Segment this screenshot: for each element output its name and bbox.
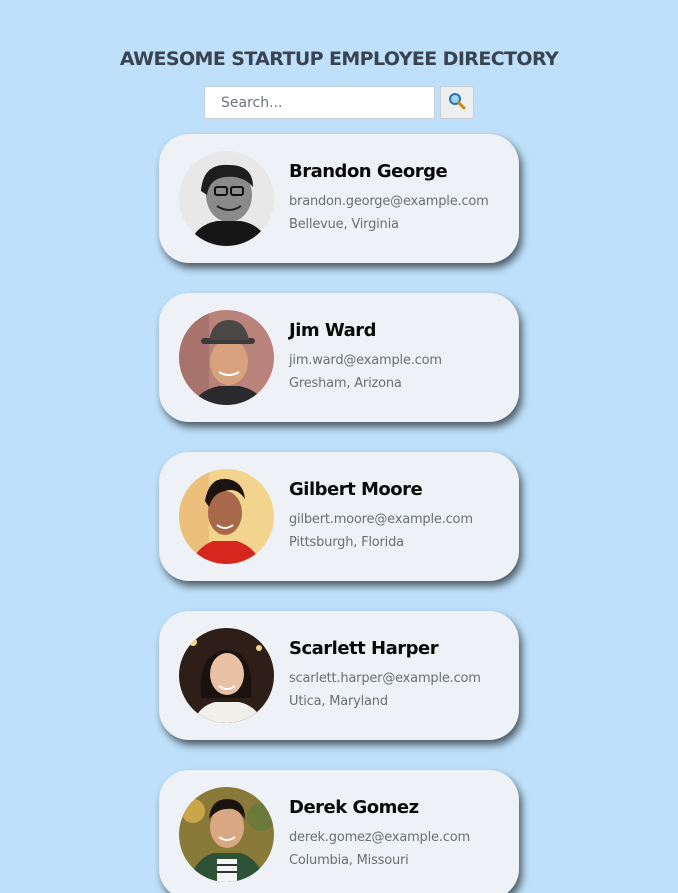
employee-email: gilbert.moore@example.com [289,512,473,527]
search-input[interactable] [204,86,435,119]
employee-email: derek.gomez@example.com [289,830,470,845]
employee-info: Gilbert Moore gilbert.moore@example.com … [289,479,473,554]
page-title: AWESOME STARTUP EMPLOYEE DIRECTORY [119,48,559,70]
employee-info: Derek Gomez derek.gomez@example.com Colu… [289,797,470,872]
employee-location: Columbia, Missouri [289,853,409,868]
employee-name: Brandon George [289,161,448,182]
employee-card[interactable]: Derek Gomez derek.gomez@example.com Colu… [159,770,519,893]
employee-card[interactable]: Jim Ward jim.ward@example.com Gresham, A… [159,293,519,422]
avatar [179,787,274,882]
employee-email: scarlett.harper@example.com [289,671,481,686]
employee-card[interactable]: Gilbert Moore gilbert.moore@example.com … [159,452,519,581]
search-button[interactable] [440,86,474,119]
directory-page: AWESOME STARTUP EMPLOYEE DIRECTORY Searc… [0,0,678,893]
search-bar [204,86,474,119]
employee-list: Brandon George brandon.george@example.co… [159,134,519,893]
employee-location: Gresham, Arizona [289,376,402,391]
employee-location: Pittsburgh, Florida [289,535,404,550]
avatar [179,151,274,246]
employee-name: Derek Gomez [289,797,419,818]
employee-name: Gilbert Moore [289,479,423,500]
avatar [179,628,274,723]
employee-info: Brandon George brandon.george@example.co… [289,161,489,236]
employee-name: Scarlett Harper [289,638,439,659]
employee-email: brandon.george@example.com [289,194,489,209]
employee-card[interactable]: Brandon George brandon.george@example.co… [159,134,519,263]
employee-card[interactable]: Scarlett Harper scarlett.harper@example.… [159,611,519,740]
avatar [179,310,274,405]
magnifier-icon [448,92,466,113]
employee-location: Utica, Maryland [289,694,388,709]
employee-info: Jim Ward jim.ward@example.com Gresham, A… [289,320,442,395]
employee-name: Jim Ward [289,320,377,341]
avatar [179,469,274,564]
employee-info: Scarlett Harper scarlett.harper@example.… [289,638,481,713]
employee-location: Bellevue, Virginia [289,217,399,232]
employee-email: jim.ward@example.com [289,353,442,368]
